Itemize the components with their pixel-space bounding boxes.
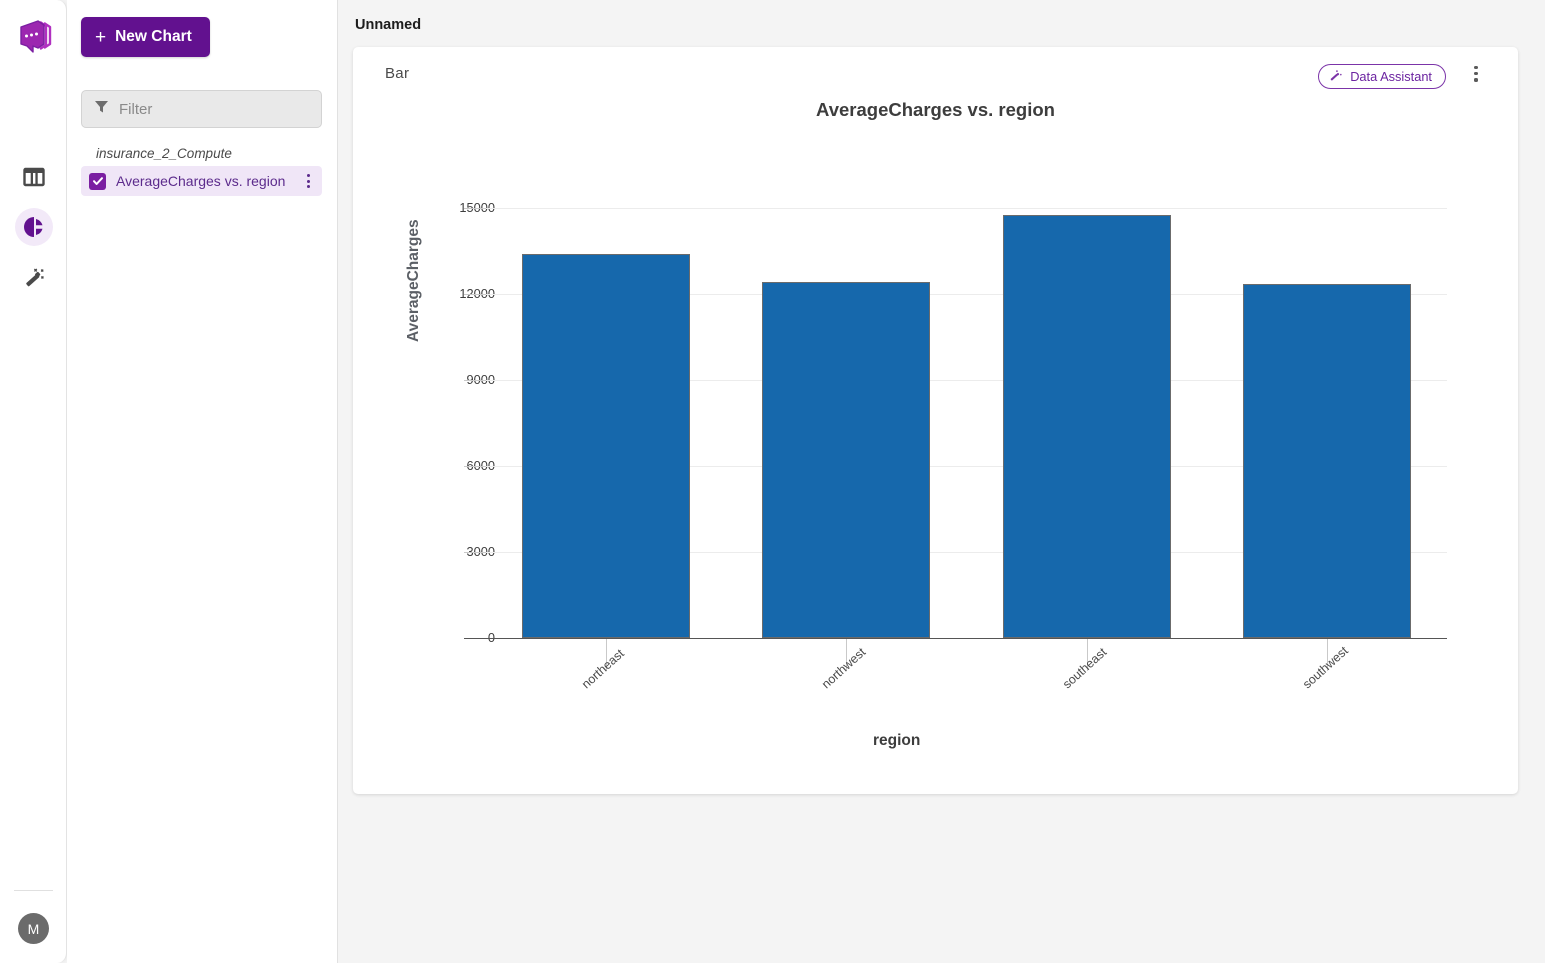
new-chart-label: New Chart — [115, 28, 192, 45]
rail-item-charts[interactable] — [0, 202, 67, 252]
chart-y-tick-mark — [464, 551, 486, 553]
chart-x-axis-label: region — [873, 732, 921, 749]
rail-item-assistant[interactable] — [0, 252, 67, 302]
chart-gridline — [486, 207, 1447, 209]
chart-x-axis-line — [464, 638, 1447, 640]
chart-bar[interactable] — [1002, 215, 1171, 638]
app-logo-icon[interactable] — [12, 14, 56, 58]
page-title: Unnamed — [355, 17, 422, 33]
filter-placeholder: Filter — [119, 100, 153, 118]
table-icon — [15, 158, 53, 196]
rail-item-table[interactable] — [0, 152, 67, 202]
chart-x-tick-label: northwest — [819, 645, 869, 692]
bar-chart: AverageCharges vs. region AverageCharges… — [353, 47, 1518, 794]
chart-x-tick-label: southwest — [1299, 643, 1351, 692]
chart-y-tick-mark — [464, 207, 486, 209]
chart-title: AverageCharges vs. region — [816, 99, 1055, 120]
rail-icon-list — [0, 152, 67, 302]
chart-bar[interactable] — [762, 281, 931, 638]
dataset-group-label: insurance_2_Compute — [96, 146, 232, 161]
avatar[interactable]: M — [18, 913, 49, 944]
rail-divider — [14, 890, 53, 891]
chart-y-tick-mark — [464, 293, 486, 295]
plus-icon: + — [95, 26, 107, 48]
pie-chart-icon — [14, 208, 53, 246]
chart-list-panel: + New Chart Filter insurance_2_Compute A… — [67, 0, 338, 963]
chart-item-menu-icon[interactable] — [300, 174, 316, 188]
main-area: Unnamed Bar Data Assistant AverageCharge… — [338, 0, 1545, 963]
filter-input[interactable]: Filter — [81, 90, 322, 128]
chart-y-axis-ticks: 03000600090001200015000 — [443, 47, 495, 794]
list-item[interactable]: AverageCharges vs. region — [81, 166, 322, 196]
chart-x-tick-label: southeast — [1059, 645, 1109, 692]
chart-y-axis-label: AverageCharges — [405, 219, 422, 342]
chart-bar[interactable] — [1242, 283, 1411, 638]
funnel-icon — [94, 99, 109, 119]
chart-item-checkbox[interactable] — [89, 172, 106, 190]
chart-item-label: AverageCharges vs. region — [116, 173, 286, 189]
app-root: M + New Chart Filter insurance_2_Compute… — [0, 0, 1545, 963]
chart-bar[interactable] — [522, 253, 691, 638]
chart-card: Bar Data Assistant AverageCharges vs. re… — [353, 47, 1518, 794]
icon-rail: M — [0, 0, 67, 963]
chart-y-tick-mark — [464, 379, 486, 381]
chart-x-tick-label: northeast — [579, 646, 627, 692]
magic-wand-icon — [15, 258, 53, 296]
chart-y-tick-mark — [464, 465, 486, 467]
new-chart-button[interactable]: + New Chart — [81, 17, 210, 57]
